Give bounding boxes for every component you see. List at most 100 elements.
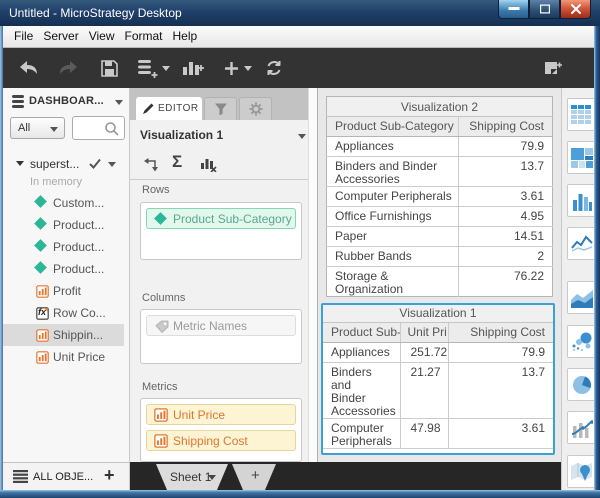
dataset-status: In memory	[30, 176, 82, 188]
sidebar-item-label: Product...	[53, 262, 105, 276]
gallery-pie-chart[interactable]	[567, 368, 597, 401]
cell: Appliances	[326, 136, 459, 157]
visualization-2[interactable]: Visualization 2 Product Sub-Category Shi…	[326, 96, 554, 297]
add-data-caret-icon	[162, 65, 170, 71]
add-sheet-label: +	[251, 467, 260, 484]
cell: 14.51	[458, 226, 553, 247]
add-button[interactable]	[224, 48, 252, 88]
sidebar-item-label: Product...	[53, 218, 105, 232]
gallery-grid[interactable]	[567, 98, 597, 131]
metrics-item-unit-price[interactable]: Unit Price	[146, 404, 296, 425]
visualization-2-title[interactable]: Visualization 2	[326, 96, 553, 117]
minimize-button[interactable]	[498, 0, 529, 19]
sidebar-item-label: Row Co...	[53, 306, 106, 320]
dataset-row[interactable]: superst...	[3, 154, 130, 174]
add-object-button[interactable]: +	[104, 465, 115, 486]
gallery-heatmap[interactable]	[567, 141, 597, 174]
cell: Paper	[326, 226, 459, 247]
sheet-tab[interactable]: Sheet 1	[156, 464, 228, 490]
gallery-map[interactable]	[567, 455, 597, 488]
chart-axes-icon[interactable]	[200, 157, 217, 172]
gallery-combo-chart[interactable]	[567, 411, 597, 444]
column-header[interactable]: Shipping Cost	[458, 116, 553, 137]
editor-scrollbar[interactable]	[308, 88, 317, 462]
title-bar: Untitled - MicroStrategy Desktop	[0, 0, 600, 26]
sidebar-item-product2[interactable]: Product...	[3, 236, 123, 258]
search-input[interactable]	[72, 116, 125, 140]
bar-chart-icon	[573, 193, 592, 211]
metrics-dropzone[interactable]: Unit Price Shipping Cost	[140, 398, 302, 462]
cell: 3.61	[448, 418, 553, 449]
metrics-item-shipping-cost[interactable]: Shipping Cost	[146, 430, 296, 451]
menu-help[interactable]: Help	[168, 26, 203, 47]
sidebar-item-product1[interactable]: Product...	[3, 214, 123, 236]
back-button[interactable]	[19, 48, 39, 88]
sidebar-header[interactable]: DASHBOAR...	[3, 93, 129, 111]
tab-properties[interactable]	[239, 97, 272, 120]
add-sheet-tab[interactable]: +	[232, 464, 276, 490]
columns-item-metric-names[interactable]: Metric Names	[146, 315, 296, 336]
pencil-icon	[143, 103, 154, 114]
dashboards-icon	[12, 95, 24, 108]
gallery-area-chart[interactable]	[567, 281, 597, 314]
toolbar	[3, 48, 600, 88]
sheet-bar: Sheet 1 +	[130, 462, 561, 490]
sidebar-item-shipping-cost[interactable]: Shippin...	[3, 324, 123, 346]
new-page-button[interactable]	[544, 48, 563, 88]
column-header[interactable]: Product Sub-	[323, 322, 401, 343]
forward-button[interactable]	[58, 48, 78, 88]
close-button[interactable]	[560, 0, 591, 19]
filter-dropdown-caret-icon	[50, 127, 58, 132]
sidebar-item-label: Shippin...	[53, 328, 104, 342]
visualization-1-selected[interactable]: Visualization 1 Product Sub- Unit Pri Sh…	[321, 303, 555, 455]
dataset-check-icon	[89, 158, 101, 169]
add-data-button[interactable]	[136, 48, 170, 88]
menu-format[interactable]: Format	[119, 26, 167, 47]
menu-server[interactable]: Server	[38, 26, 83, 47]
all-objects-bar[interactable]: ALL OBJE... +	[3, 462, 130, 490]
menu-view[interactable]: View	[84, 26, 120, 47]
metric-icon	[36, 285, 49, 298]
visualization-selector[interactable]: Visualization 1	[130, 120, 308, 150]
cell: 76.22	[513, 269, 545, 283]
sigma-icon[interactable]: Σ	[172, 152, 182, 172]
save-button[interactable]	[101, 48, 118, 88]
sidebar-item-customer[interactable]: Custom...	[3, 192, 123, 214]
filter-dropdown-value: All	[18, 122, 31, 134]
sidebar-item-product3[interactable]: Product...	[3, 258, 123, 280]
rows-item-product-sub-category[interactable]: Product Sub-Category	[146, 208, 296, 229]
maximize-button[interactable]	[529, 0, 560, 19]
visualization-1[interactable]: Visualization 1 Product Sub- Unit Pri Sh…	[323, 305, 553, 449]
column-header[interactable]: Unit Pri	[400, 322, 449, 343]
tab-editor[interactable]: EDITOR	[136, 97, 202, 120]
cell: 47.98	[400, 418, 449, 449]
all-objects-label: ALL OBJE...	[33, 471, 94, 483]
pie-chart-icon	[573, 375, 591, 394]
area-chart-icon	[571, 289, 593, 308]
rows-dropzone[interactable]: Product Sub-Category	[140, 202, 302, 260]
tab-filter[interactable]	[204, 97, 237, 120]
column-header[interactable]: Product Sub-Category	[326, 116, 459, 137]
back-icon	[20, 61, 37, 74]
sidebar-item-profit[interactable]: Profit	[3, 280, 123, 302]
menu-file[interactable]: File	[9, 26, 38, 47]
maximize-icon	[539, 4, 550, 14]
gallery-line-chart[interactable]	[567, 227, 597, 260]
cell: 13.7	[458, 156, 553, 187]
gallery-bubble-chart[interactable]	[567, 325, 597, 358]
tab-editor-label: EDITOR	[158, 103, 199, 114]
add-visualization-button[interactable]	[182, 48, 204, 88]
filter-dropdown[interactable]: All	[10, 117, 65, 139]
sidebar-header-label: DASHBOAR...	[29, 95, 104, 107]
column-header[interactable]: Shipping Cost	[448, 322, 553, 343]
dataset-name: superst...	[30, 157, 80, 171]
sidebar-item-row-count[interactable]: fx Row Co...	[3, 302, 123, 324]
sidebar-item-unit-price[interactable]: Unit Price	[3, 346, 123, 368]
metric-icon	[154, 434, 168, 448]
filter-icon	[214, 103, 227, 116]
gallery-bar-chart[interactable]	[567, 184, 597, 217]
visualization-1-title[interactable]: Visualization 1	[323, 305, 553, 323]
columns-dropzone[interactable]: Metric Names	[140, 309, 302, 364]
refresh-button[interactable]	[265, 48, 283, 88]
swap-axes-icon[interactable]	[143, 157, 159, 173]
